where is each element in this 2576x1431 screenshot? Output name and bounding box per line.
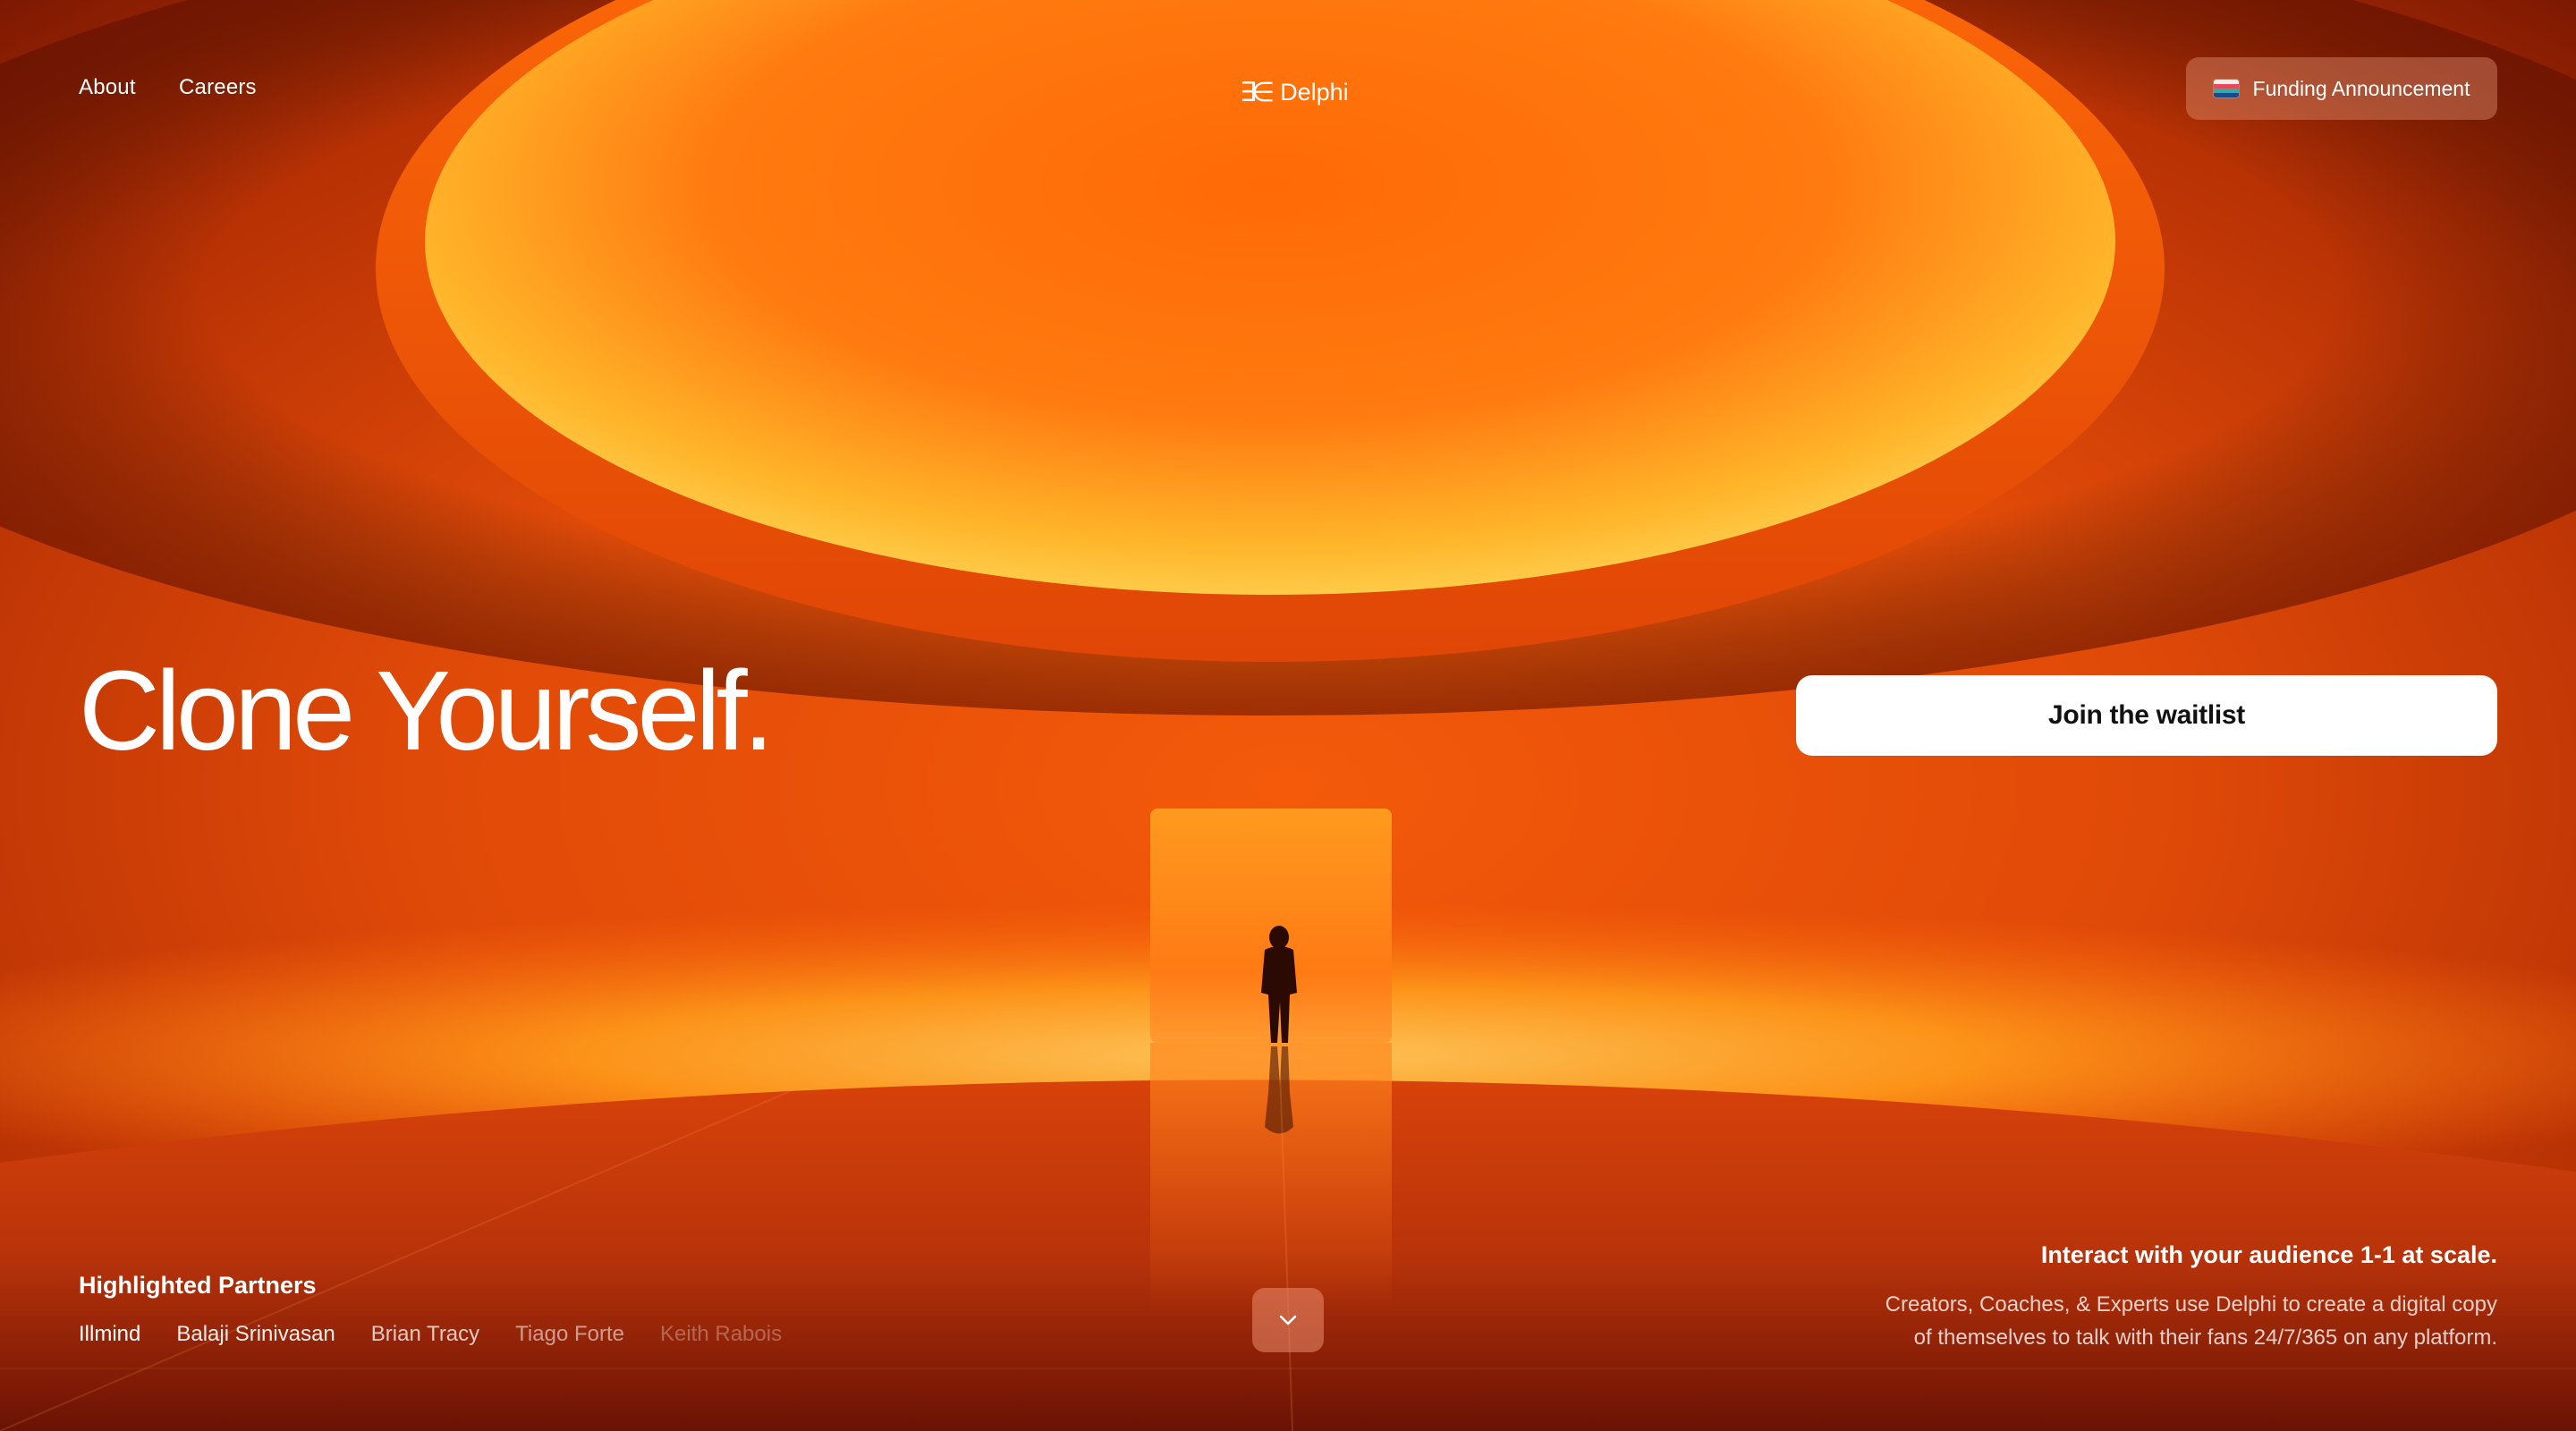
funding-announcement-label: Funding Announcement (2252, 76, 2470, 100)
partner-tiago-forte[interactable]: Tiago Forte (515, 1322, 624, 1347)
partners-heading: Highlighted Partners (79, 1272, 317, 1299)
delphi-logo-icon: ∃∈ (1240, 77, 1275, 107)
join-waitlist-button[interactable]: Join the waitlist (1796, 675, 2497, 756)
hero-title: Clone Yourself. (79, 648, 775, 774)
description-line-2: of themselves to talk with their fans 24… (1913, 1325, 2497, 1350)
scroll-down-button[interactable] (1252, 1288, 1324, 1352)
funding-announcement-button[interactable]: Funding Announcement (2186, 57, 2497, 120)
nav-careers-link[interactable]: Careers (179, 75, 257, 100)
tagline: Interact with your audience 1-1 at scale… (2040, 1241, 2497, 1268)
brand-name: Delphi (1280, 79, 1349, 106)
description-line-1: Creators, Coaches, & Experts use Delphi … (1885, 1292, 2497, 1317)
brand-logo[interactable]: ∃∈ Delphi (1240, 79, 1349, 106)
nav-about-link[interactable]: About (79, 75, 136, 100)
partner-brian-tracy[interactable]: Brian Tracy (371, 1322, 479, 1347)
description: Creators, Coaches, & Experts use Delphi … (1818, 1288, 2497, 1354)
partner-balaji-srinivasan[interactable]: Balaji Srinivasan (176, 1322, 335, 1347)
partner-illmind[interactable]: Illmind (79, 1322, 140, 1347)
flag-icon (2213, 80, 2239, 97)
partner-keith-rabois[interactable]: Keith Rabois (660, 1322, 782, 1347)
chevron-down-icon (1279, 1315, 1297, 1325)
partners-list: Illmind Balaji Srinivasan Brian Tracy Ti… (79, 1322, 782, 1347)
